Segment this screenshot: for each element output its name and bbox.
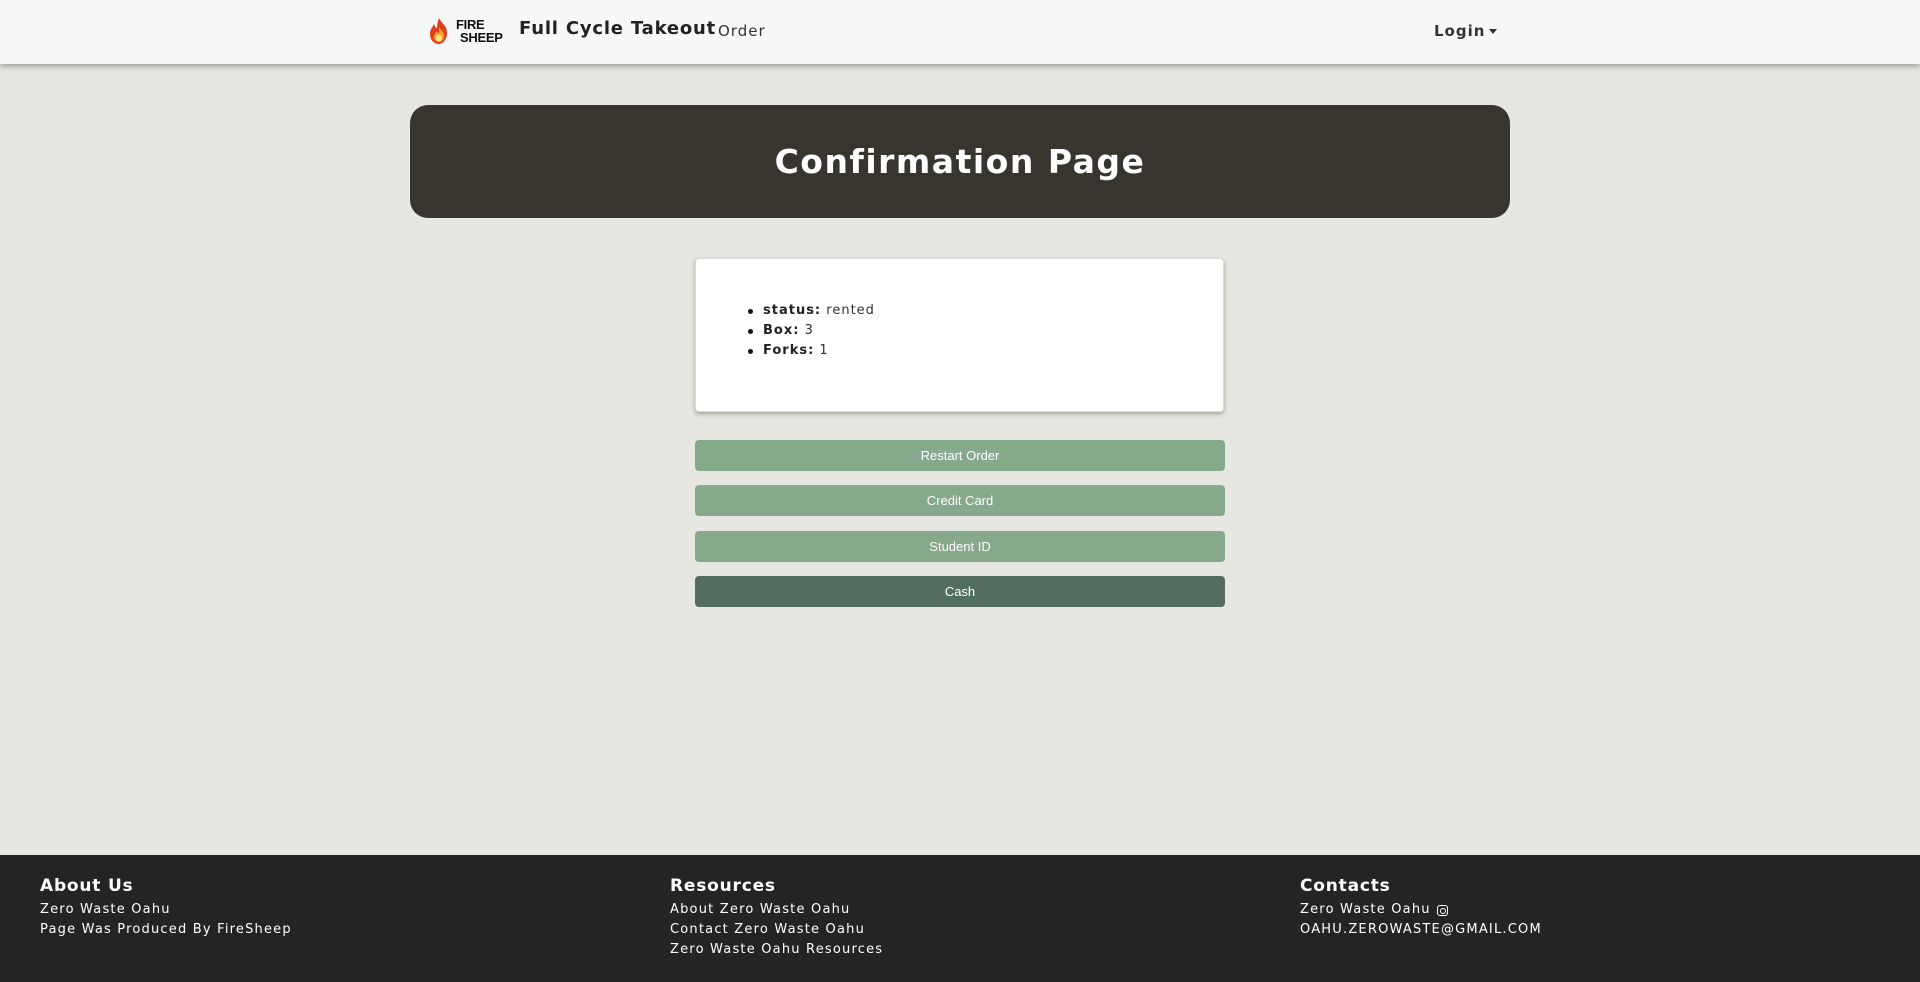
login-label: Login — [1434, 22, 1486, 40]
cash-button[interactable]: Cash — [695, 576, 1225, 607]
instagram-icon[interactable] — [1436, 904, 1448, 916]
footer-contacts: Contacts Zero Waste Oahu OAHU.ZEROWASTE@… — [1300, 876, 1542, 940]
restart-order-button[interactable]: Restart Order — [695, 440, 1225, 471]
footer-contact-email[interactable]: OAHU.ZEROWASTE@GMAIL.COM — [1300, 920, 1542, 940]
detail-value: 3 — [804, 323, 814, 338]
logo-text: FIRE SHEEP — [456, 17, 503, 45]
detail-box: Box: 3 — [748, 321, 875, 341]
detail-value: rented — [826, 303, 875, 318]
brand-link[interactable]: Full Cycle Takeout — [519, 18, 716, 39]
footer-resources: Resources About Zero Waste Oahu Contact … — [670, 876, 883, 960]
nav-order-link[interactable]: Order — [718, 22, 766, 40]
footer-about-line: Zero Waste Oahu — [40, 902, 171, 917]
top-navbar: FIRE SHEEP Full Cycle Takeout Order Logi… — [0, 0, 1920, 64]
firesheep-logo[interactable]: FIRE SHEEP — [424, 14, 504, 48]
footer-about: About Us Zero Waste Oahu Page Was Produc… — [40, 876, 292, 940]
order-details-card: status: rented Box: 3 Forks: 1 — [695, 258, 1224, 412]
footer-about-title: About Us — [40, 876, 134, 896]
footer-contact-instagram[interactable]: Zero Waste Oahu — [1300, 900, 1542, 920]
detail-label: status: — [763, 303, 822, 318]
order-details-list: status: rented Box: 3 Forks: 1 — [748, 301, 875, 361]
caret-down-icon — [1489, 28, 1498, 34]
footer-resource-link[interactable]: Zero Waste Oahu Resources — [670, 940, 883, 960]
flame-icon — [424, 16, 454, 46]
detail-status: status: rented — [748, 301, 875, 321]
footer-resource-link[interactable]: About Zero Waste Oahu — [670, 900, 883, 920]
footer-contacts-title: Contacts — [1300, 876, 1391, 896]
student-id-button[interactable]: Student ID — [695, 531, 1225, 562]
footer-contact-label: Zero Waste Oahu — [1300, 902, 1431, 917]
page-title: Confirmation Page — [774, 142, 1146, 181]
footer-resource-link[interactable]: Contact Zero Waste Oahu — [670, 920, 883, 940]
detail-label: Box: — [763, 323, 800, 338]
detail-label: Forks: — [763, 343, 815, 358]
detail-value: 1 — [819, 343, 829, 358]
footer: About Us Zero Waste Oahu Page Was Produc… — [0, 855, 1920, 982]
detail-forks: Forks: 1 — [748, 341, 875, 361]
page-header: Confirmation Page — [410, 105, 1510, 218]
login-dropdown[interactable]: Login — [1434, 22, 1498, 40]
credit-card-button[interactable]: Credit Card — [695, 485, 1225, 516]
footer-about-line: Page Was Produced By FireSheep — [40, 922, 292, 937]
footer-resources-title: Resources — [670, 876, 776, 896]
